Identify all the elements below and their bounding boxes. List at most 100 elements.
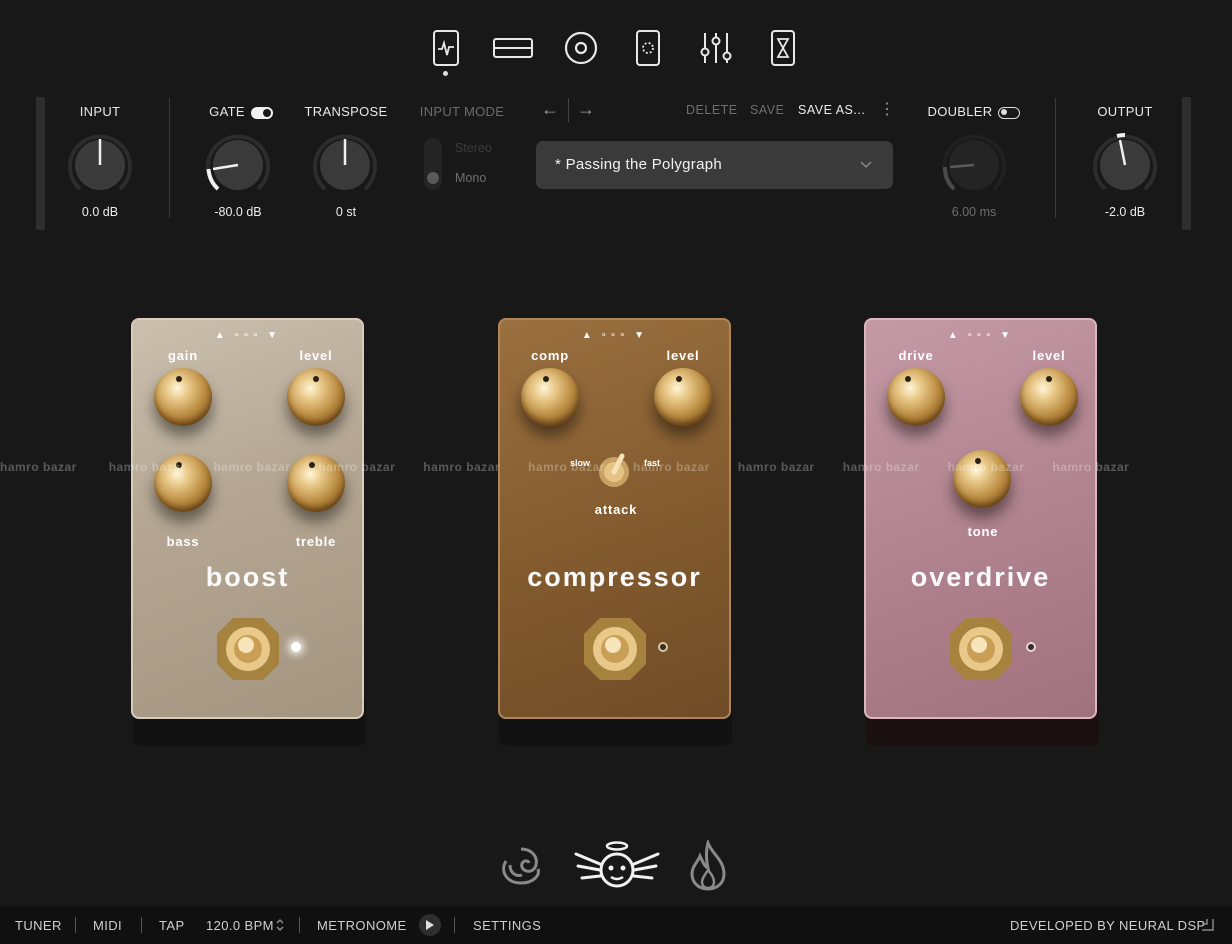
rose-icon[interactable] (496, 843, 546, 891)
transpose-value: 0 st (335, 205, 357, 219)
cabinet-icon[interactable] (493, 28, 533, 68)
compressor-level-knob[interactable] (654, 368, 712, 426)
resize-icon[interactable] (1201, 918, 1214, 936)
overdrive-tone-knob[interactable] (953, 450, 1011, 508)
doubler-toggle[interactable] (998, 106, 1021, 119)
amp-icon[interactable] (426, 28, 466, 68)
hourglass-icon[interactable] (763, 28, 803, 68)
doubler-label: DOUBLER (922, 104, 1026, 119)
gate-label-text: GATE (209, 104, 245, 119)
pedal-arrows: ▲ ∘∘∘ ▼ (947, 330, 1014, 341)
overdrive-drive-label: drive (898, 348, 934, 363)
overdrive-tone-label: tone (967, 524, 999, 539)
boost-pedal-name: boost (205, 562, 290, 592)
preset-selector[interactable]: * Passing the Polygraph (536, 141, 893, 189)
pedal-arrows: ▲ ∘∘∘ ▼ (581, 330, 648, 341)
input-mode-mono[interactable]: Mono (455, 171, 486, 185)
attack-label: attack (594, 502, 638, 517)
overdrive-level-label: level (1032, 348, 1066, 363)
input-value: 0.0 dB (81, 205, 119, 219)
gate-knob[interactable] (200, 127, 276, 208)
overdrive-drive-knob[interactable] (887, 368, 945, 426)
mic-icon[interactable] (628, 28, 668, 68)
input-label: INPUT (79, 104, 121, 119)
delete-button[interactable]: DELETE (686, 103, 738, 117)
attack-fast-label: fast (644, 458, 661, 468)
watermark-text: hamro bazar (423, 460, 501, 474)
input-mode-label: INPUT MODE (419, 104, 505, 119)
boost-treble-label: treble (295, 534, 337, 549)
speaker-icon[interactable] (561, 28, 601, 68)
attack-toggle-switch[interactable] (596, 452, 632, 488)
doubler-knob[interactable] (936, 127, 1012, 208)
gate-label: GATE (196, 104, 286, 119)
preset-name: * Passing the Polygraph (555, 156, 722, 173)
compressor-level-label: level (666, 348, 700, 363)
gate-toggle[interactable] (250, 106, 273, 119)
overdrive-level-knob[interactable] (1020, 368, 1078, 426)
doubler-value: 6.00 ms (951, 205, 997, 219)
divider (1055, 98, 1056, 218)
boost-level-knob[interactable] (287, 368, 345, 426)
input-mode-switch[interactable] (424, 138, 442, 190)
boost-treble-knob[interactable] (287, 454, 345, 512)
eq-sliders-icon[interactable] (696, 28, 736, 68)
boost-gain-label: gain (168, 348, 198, 363)
output-meter (1182, 97, 1191, 230)
more-menu-button[interactable]: ⋮ (879, 99, 895, 119)
overdrive-footswitch[interactable] (946, 614, 1016, 684)
output-label: OUTPUT (1097, 104, 1153, 119)
save-button[interactable]: SAVE (750, 103, 784, 117)
boost-bass-knob[interactable] (154, 454, 212, 512)
divider (568, 98, 569, 122)
active-nav-dot (443, 71, 448, 76)
input-meter (36, 97, 45, 230)
input-knob[interactable] (62, 127, 138, 208)
compressor-pedal[interactable]: ▲ ∘∘∘ ▼ comp level slow fast attack comp… (498, 318, 731, 719)
midi-button[interactable]: MIDI (93, 918, 122, 933)
boost-footswitch[interactable] (213, 614, 283, 684)
bpm-stepper-icon[interactable] (276, 918, 284, 937)
developer-credit: DEVELOPED BY NEURAL DSP (1010, 918, 1206, 933)
compressor-comp-label: comp (531, 348, 569, 363)
preset-forward-button[interactable]: → (577, 99, 595, 120)
metronome-button[interactable]: METRONOME (317, 918, 407, 933)
compressor-pedal-name: compressor (527, 562, 702, 592)
watermark-text: hamro bazar (737, 460, 815, 474)
input-mode-stereo[interactable]: Stereo (455, 141, 492, 155)
boost-led (291, 642, 301, 652)
attack-slow-label: slow (570, 458, 591, 468)
bpm-field[interactable]: 120.0 BPM (206, 918, 274, 933)
settings-button[interactable]: SETTINGS (473, 918, 541, 933)
tap-button[interactable]: TAP (159, 918, 185, 933)
overdrive-pedal[interactable]: ▲ ∘∘∘ ▼ drive level tone overdrive (864, 318, 1097, 719)
overdrive-pedal-name: overdrive (910, 562, 1051, 592)
divider (299, 917, 300, 933)
flame-icon[interactable] (686, 838, 730, 892)
divider (141, 917, 142, 933)
doubler-label-text: DOUBLER (927, 104, 993, 119)
gate-value: -80.0 dB (214, 205, 262, 219)
chevron-down-icon (860, 157, 872, 175)
overdrive-led (1026, 642, 1036, 652)
tuner-button[interactable]: TUNER (15, 918, 62, 933)
compressor-footswitch[interactable] (580, 614, 650, 684)
transpose-label: TRANSPOSE (304, 104, 388, 119)
divider (454, 917, 455, 933)
play-icon[interactable] (419, 914, 441, 936)
compressor-led (658, 642, 668, 652)
output-knob[interactable] (1087, 127, 1163, 208)
angel-icon[interactable] (572, 840, 662, 894)
transpose-knob[interactable] (307, 127, 383, 208)
pedal-arrows: ▲ ∘∘∘ ▼ (214, 330, 281, 341)
boost-level-label: level (299, 348, 333, 363)
divider (169, 98, 170, 218)
boost-pedal[interactable]: ▲ ∘∘∘ ▼ gain level bass treble boost (131, 318, 364, 719)
compressor-comp-knob[interactable] (521, 368, 579, 426)
output-value: -2.0 dB (1104, 205, 1146, 219)
boost-gain-knob[interactable] (154, 368, 212, 426)
watermark-text: hamro bazar (0, 460, 77, 474)
boost-bass-label: bass (166, 534, 200, 549)
preset-back-button[interactable]: ← (541, 99, 559, 120)
save-as-button[interactable]: SAVE AS... (798, 103, 865, 117)
